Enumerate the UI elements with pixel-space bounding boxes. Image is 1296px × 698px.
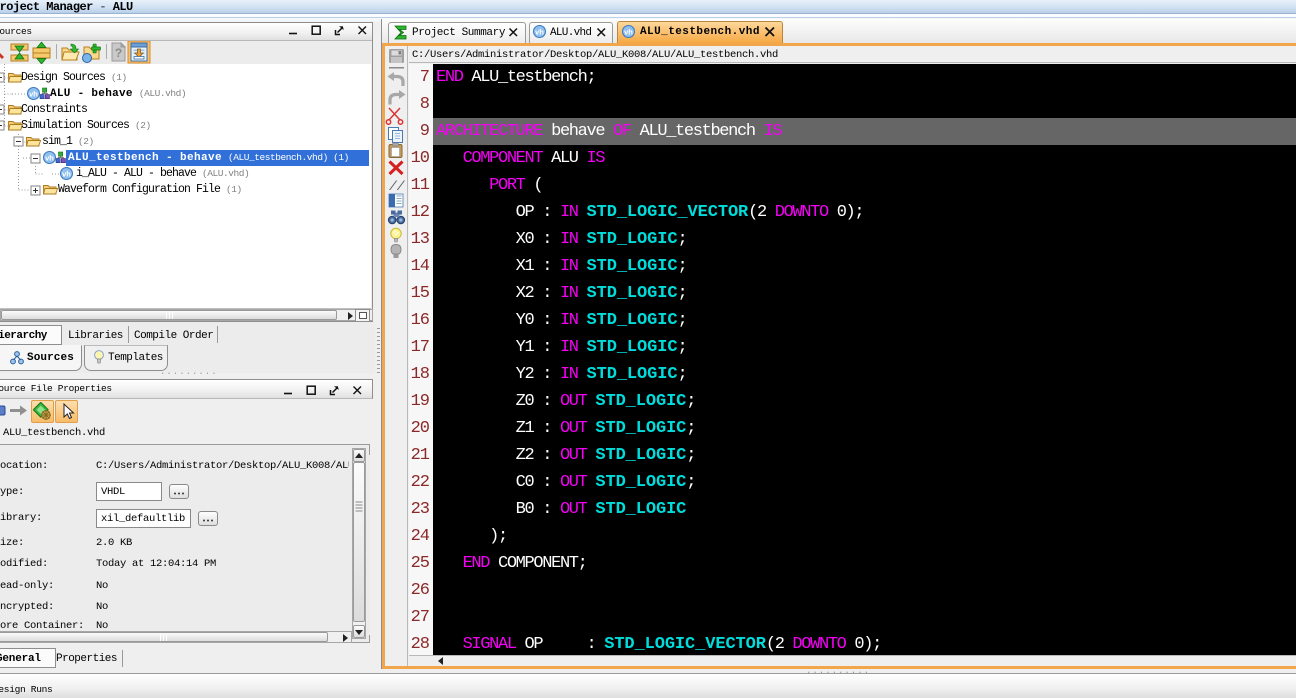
svg-text:vh: vh xyxy=(62,169,71,178)
svg-text:vh: vh xyxy=(29,89,38,98)
svg-text:vh: vh xyxy=(535,27,544,36)
svg-text:vh: vh xyxy=(45,153,54,162)
svg-text:vh: vh xyxy=(624,27,633,36)
svg-text:?: ? xyxy=(115,46,122,60)
